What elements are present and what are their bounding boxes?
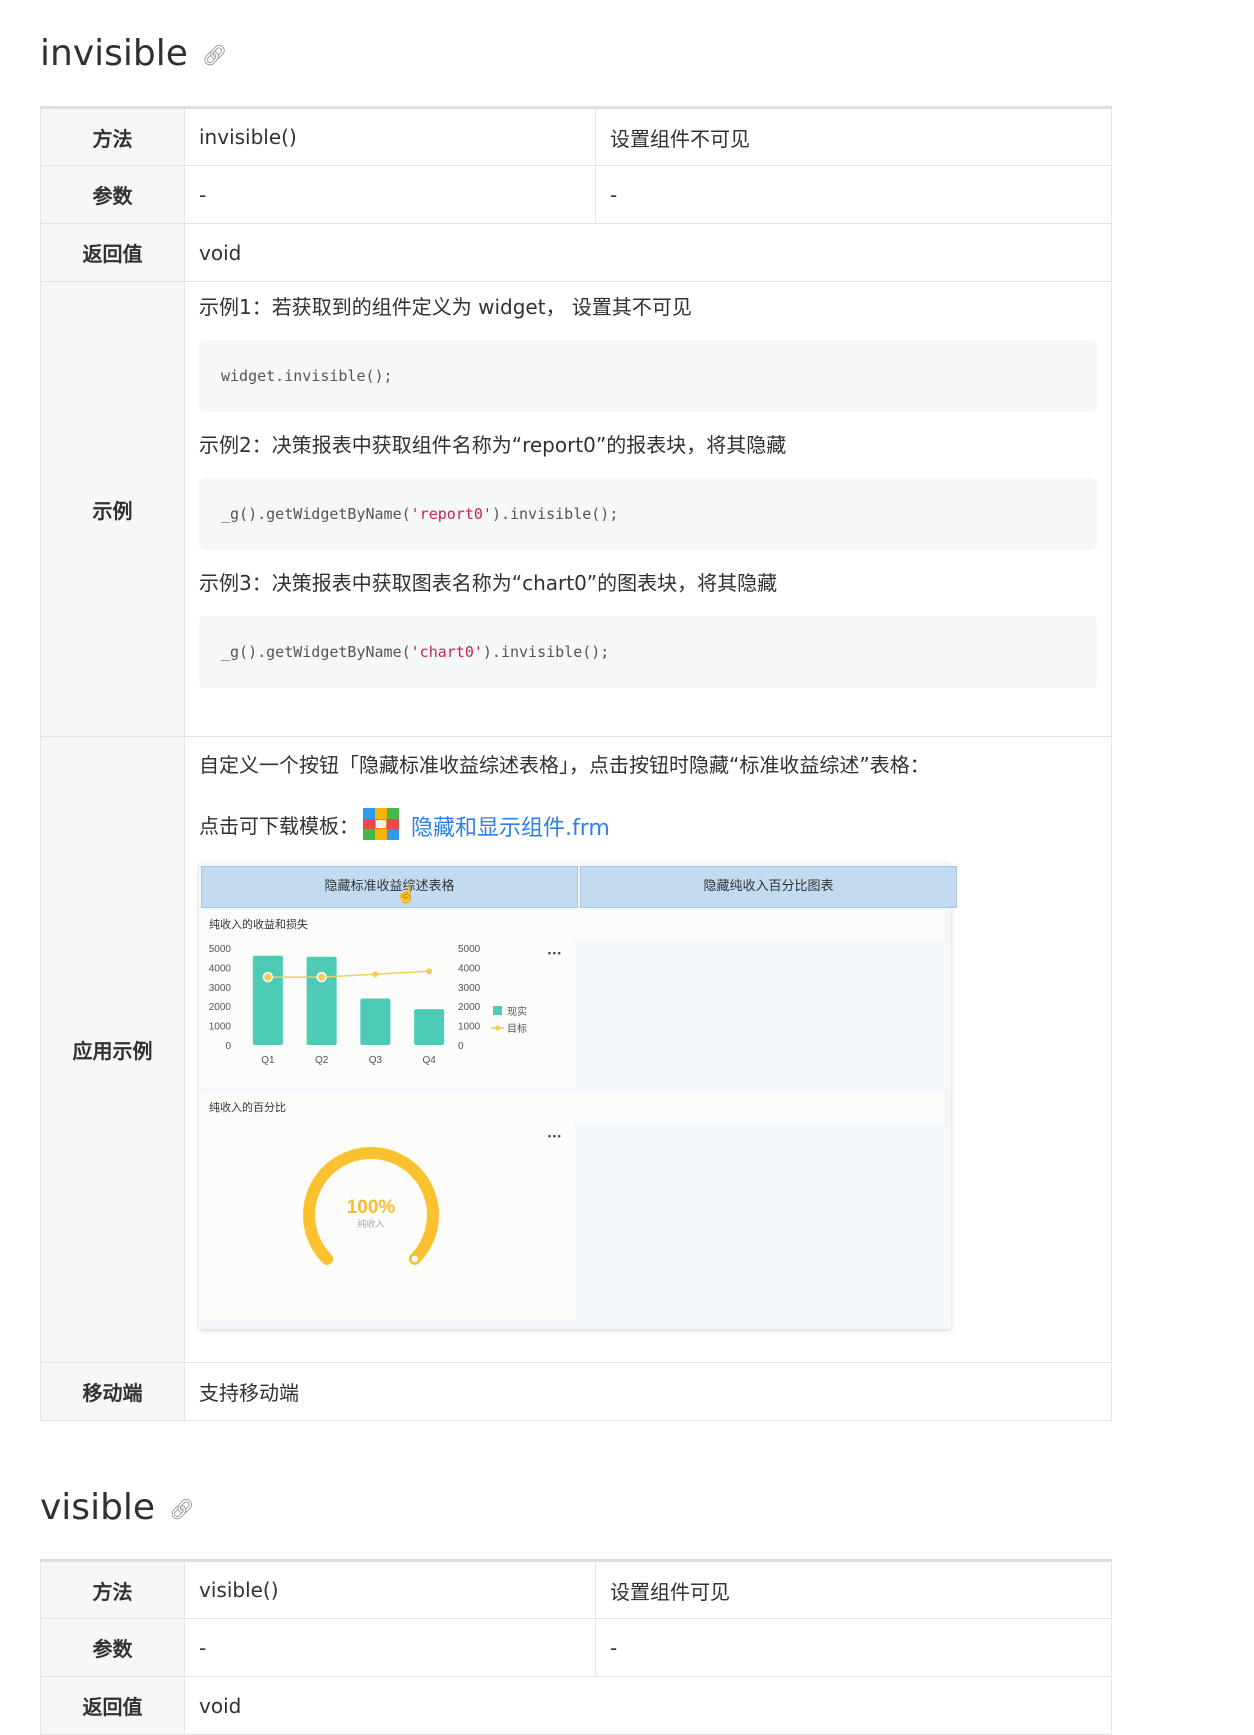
code-block-1[interactable]: widget.invisible(); bbox=[199, 340, 1097, 412]
y2-tick-label: 5000 bbox=[458, 944, 481, 955]
params-label: 参数 bbox=[40, 165, 185, 224]
legend-marker-target bbox=[495, 1025, 500, 1031]
link-icon[interactable]: 🔗︎ bbox=[202, 43, 227, 67]
hide-chart-button[interactable]: 隐藏纯收入百分比图表 bbox=[580, 866, 957, 908]
gauge-panel: 100% 纯收入 ··· bbox=[201, 1123, 575, 1319]
method-value: visible() bbox=[184, 1559, 596, 1619]
x-tick-label: Q1 bbox=[261, 1055, 275, 1066]
mobile-label: 移动端 bbox=[40, 1362, 185, 1421]
example-cell: 示例1：若获取到的组件定义为 widget， 设置其不可见 widget.inv… bbox=[184, 281, 1112, 737]
more-icon[interactable]: ··· bbox=[547, 946, 562, 962]
target-point bbox=[316, 971, 327, 983]
target-point bbox=[372, 971, 379, 978]
bar bbox=[306, 956, 337, 1045]
section-heading-visible: visible 🔗︎ bbox=[40, 1490, 194, 1526]
api-table-invisible: 方法 invisible() 设置组件不可见 参数 - - 返回值 void 示… bbox=[40, 106, 1112, 1421]
y2-tick-label: 2000 bbox=[458, 1002, 481, 1013]
panel1-title: 纯收入的收益和损失 bbox=[201, 910, 945, 940]
link-icon[interactable]: 🔗︎ bbox=[169, 1497, 194, 1521]
demo-screenshot: 隐藏标准收益综述表格 隐藏纯收入百分比图表 ☝ 纯收入的收益和损失 5000 50… bbox=[199, 863, 957, 1329]
legend-swatch-actual bbox=[493, 1006, 502, 1015]
code-text: _g().getWidgetByName( bbox=[221, 643, 411, 661]
method-label: 方法 bbox=[40, 106, 185, 166]
app-example-label: 应用示例 bbox=[40, 736, 185, 1363]
params-label: 参数 bbox=[40, 1618, 185, 1677]
bar bbox=[360, 998, 391, 1045]
params-desc: - bbox=[595, 1618, 1112, 1677]
gauge-label: 纯收入 bbox=[357, 1218, 384, 1229]
code-block-2[interactable]: _g().getWidgetByName('report0').invisibl… bbox=[199, 478, 1097, 550]
y-tick-label: 5000 bbox=[209, 944, 232, 955]
download-row: 点击可下载模板： 隐藏和显示组件.frm bbox=[199, 807, 1097, 845]
app-example-cell: 自定义一个按钮「隐藏标准收益综述表格」，点击按钮时隐藏“标准收益综述”表格： 点… bbox=[184, 736, 1112, 1363]
y-tick-label: 3000 bbox=[209, 983, 232, 994]
x-tick-label: Q4 bbox=[422, 1055, 436, 1066]
y2-tick-label: 1000 bbox=[458, 1022, 481, 1033]
heading-text: invisible bbox=[40, 33, 188, 74]
y-tick-label: 0 bbox=[225, 1041, 231, 1052]
y-tick-label: 1000 bbox=[209, 1022, 232, 1033]
code-text: ).invisible(); bbox=[482, 643, 610, 661]
target-point bbox=[426, 968, 433, 975]
code-text: ).invisible(); bbox=[491, 505, 619, 523]
app-example-desc: 自定义一个按钮「隐藏标准收益综述表格」，点击按钮时隐藏“标准收益综述”表格： bbox=[199, 753, 930, 777]
x-tick-label: Q2 bbox=[315, 1055, 329, 1066]
cursor-icon: ☝ bbox=[396, 885, 416, 904]
panel2-title: 纯收入的百分比 bbox=[201, 1093, 945, 1123]
example-3-text: 示例3：决策报表中获取图表名称为“chart0”的图表块，将其隐藏 bbox=[199, 571, 778, 595]
y2-tick-label: 0 bbox=[458, 1041, 464, 1052]
more-icon[interactable]: ··· bbox=[547, 1129, 562, 1145]
y2-tick-label: 4000 bbox=[458, 963, 481, 974]
gauge-end-marker bbox=[410, 1254, 420, 1264]
download-prefix: 点击可下载模板： bbox=[199, 814, 359, 838]
method-value: invisible() bbox=[184, 106, 596, 166]
return-label: 返回值 bbox=[40, 1676, 185, 1735]
gauge-value: 100% bbox=[347, 1197, 396, 1218]
bar-chart-panel: 5000 5000 4000 4000 3000 3000 2000 2000 1000 1000… bbox=[201, 940, 575, 1088]
bar bbox=[414, 1009, 445, 1045]
method-desc: 设置组件不可见 bbox=[595, 106, 1112, 166]
mobile-value: 支持移动端 bbox=[184, 1362, 1112, 1421]
y2-tick-label: 3000 bbox=[458, 983, 481, 994]
target-line bbox=[267, 970, 430, 978]
y-tick-label: 4000 bbox=[209, 963, 232, 974]
code-block-3[interactable]: _g().getWidgetByName('chart0').invisible… bbox=[199, 616, 1097, 688]
archive-file-icon bbox=[363, 807, 399, 845]
legend-label-target: 目标 bbox=[507, 1023, 527, 1035]
code-text: _g().getWidgetByName( bbox=[221, 505, 411, 523]
hide-table-button[interactable]: 隐藏标准收益综述表格 bbox=[201, 866, 578, 908]
legend-label-actual: 现实 bbox=[507, 1005, 527, 1018]
code-string: 'report0' bbox=[410, 505, 492, 523]
bar bbox=[252, 955, 283, 1045]
heading-text: visible bbox=[40, 1487, 156, 1528]
example-2-text: 示例2：决策报表中获取组件名称为“report0”的报表块，将其隐藏 bbox=[199, 433, 787, 457]
bar-line-chart: 5000 5000 4000 4000 3000 3000 2000 2000 1000 1000… bbox=[209, 944, 527, 1066]
api-table-visible: 方法 visible() 设置组件可见 参数 - - 返回值 void bbox=[40, 1559, 1112, 1735]
y-tick-label: 2000 bbox=[209, 1002, 232, 1013]
return-label: 返回值 bbox=[40, 223, 185, 282]
params-desc: - bbox=[595, 165, 1112, 224]
gauge-chart: 100%纯收入 bbox=[303, 1147, 439, 1265]
params-value: - bbox=[184, 165, 596, 224]
target-point bbox=[262, 971, 274, 983]
return-value: void bbox=[184, 223, 1112, 282]
example-1-text: 示例1：若获取到的组件定义为 widget， 设置其不可见 bbox=[199, 295, 692, 319]
download-link[interactable]: 隐藏和显示组件.frm bbox=[411, 810, 610, 842]
code-text: widget.invisible(); bbox=[221, 367, 393, 385]
return-value: void bbox=[184, 1676, 1112, 1735]
code-string: 'chart0' bbox=[410, 643, 483, 661]
method-label: 方法 bbox=[40, 1559, 185, 1619]
section-heading-invisible: invisible 🔗︎ bbox=[40, 36, 227, 72]
params-value: - bbox=[184, 1618, 596, 1677]
x-tick-label: Q3 bbox=[369, 1055, 383, 1066]
example-label: 示例 bbox=[40, 281, 185, 737]
method-desc: 设置组件可见 bbox=[595, 1559, 1112, 1619]
